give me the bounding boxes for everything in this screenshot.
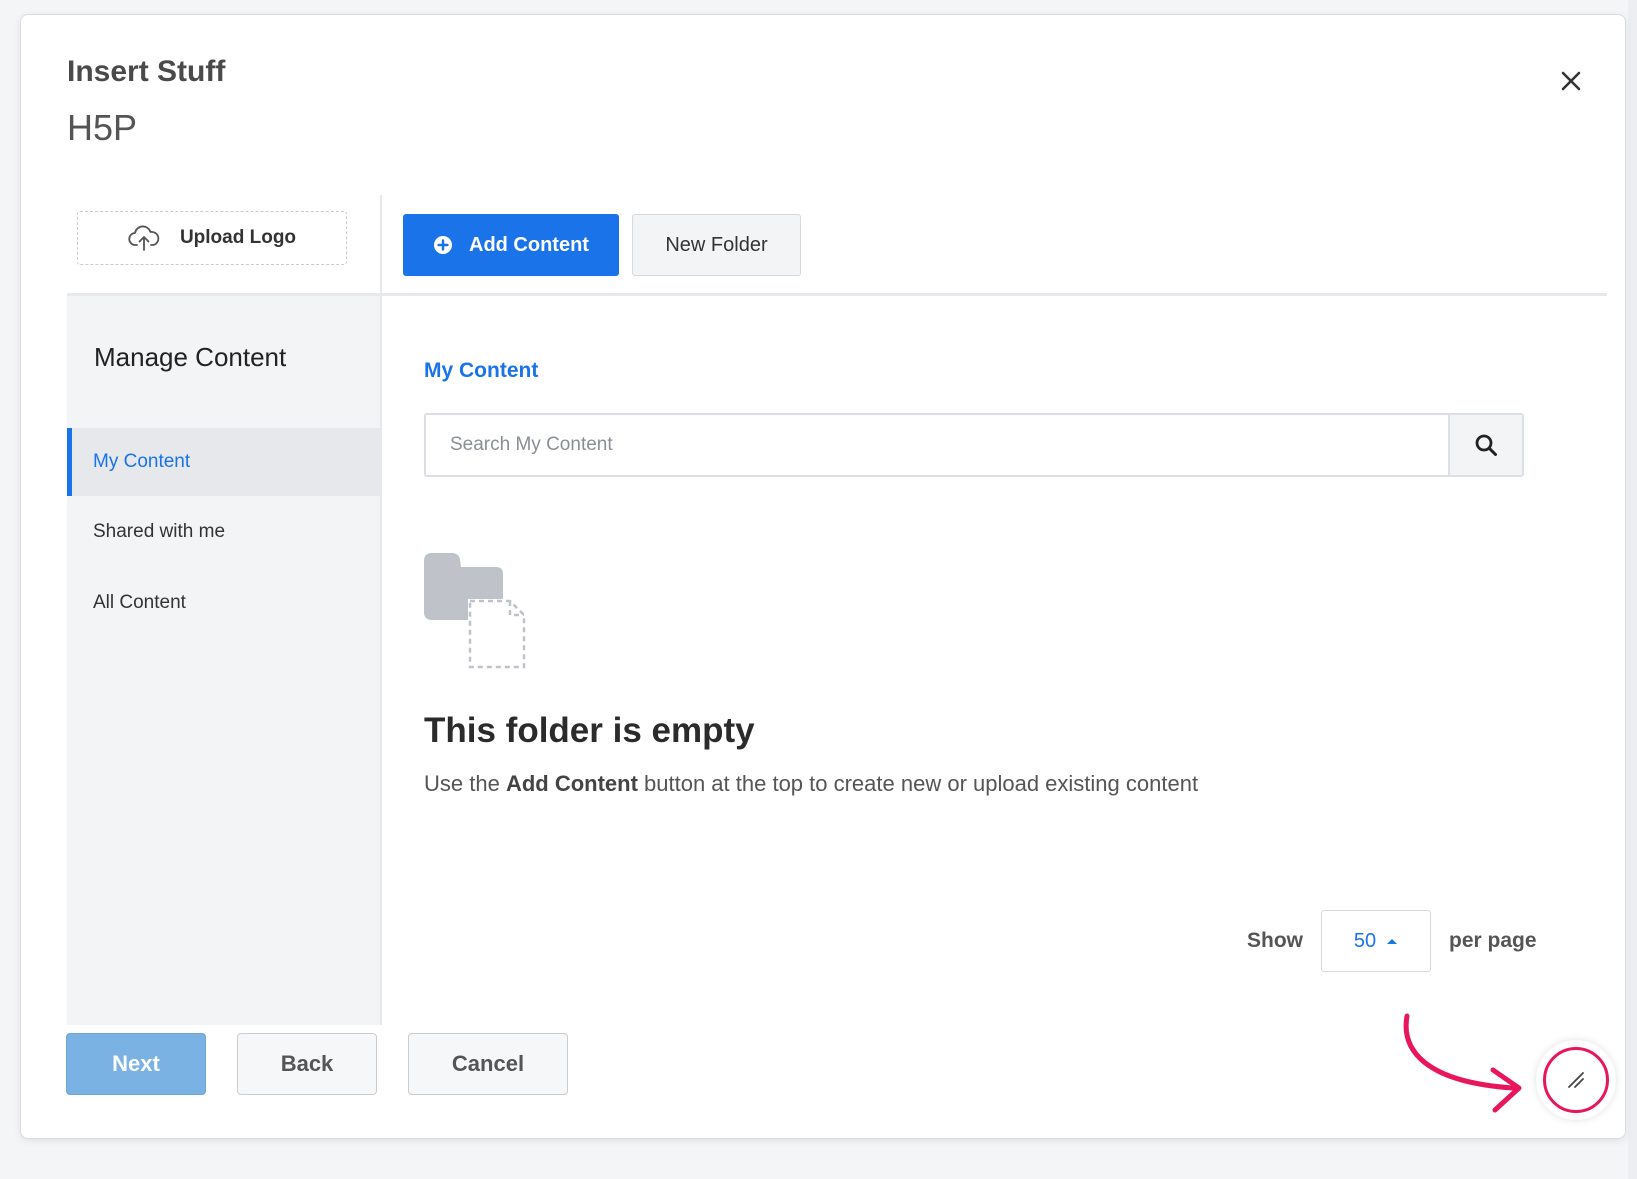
sidebar-item-label: My Content: [93, 451, 191, 472]
pager-per-page-label: per page: [1449, 929, 1537, 952]
annotation-arrow-icon: [1400, 1010, 1525, 1116]
vertical-divider: [380, 195, 382, 1025]
search-button[interactable]: [1448, 415, 1522, 475]
per-page-value: 50: [1353, 929, 1377, 952]
close-button[interactable]: [1551, 61, 1591, 101]
dialog-title: Insert Stuff: [67, 55, 226, 88]
caret-up-icon: [1387, 939, 1398, 944]
resize-handle[interactable]: [1536, 1040, 1616, 1120]
back-button[interactable]: Back: [237, 1033, 377, 1095]
insert-stuff-dialog: Insert Stuff H5P Upload Logo Add Content…: [20, 14, 1626, 1139]
upload-logo-button[interactable]: Upload Logo: [77, 211, 347, 265]
sidebar-item-label: Shared with me: [93, 521, 226, 542]
h5p-content-frame: Upload Logo Add Content New Folder Manag…: [67, 183, 1607, 1025]
next-button[interactable]: Next: [66, 1033, 206, 1095]
search-icon: [1475, 434, 1497, 456]
sidebar: Manage Content My Content Shared with me…: [67, 296, 380, 1025]
add-content-button[interactable]: Add Content: [403, 214, 619, 276]
plus-circle-icon: [434, 236, 452, 254]
empty-folder-icon: [424, 553, 530, 669]
new-folder-button[interactable]: New Folder: [632, 214, 801, 276]
add-content-label: Add Content: [469, 233, 589, 256]
main-heading: My Content: [424, 359, 539, 382]
pagination-control: Show 50 per page: [1247, 909, 1537, 973]
dialog-subtitle: H5P: [67, 107, 138, 148]
resize-handle-ring: [1543, 1047, 1609, 1113]
upload-logo-label: Upload Logo: [179, 227, 297, 248]
sidebar-item-all-content[interactable]: All Content: [67, 569, 380, 637]
cancel-button[interactable]: Cancel: [408, 1033, 568, 1095]
empty-desc-prefix: Use the: [424, 771, 506, 796]
empty-desc-bold: Add Content: [505, 771, 638, 796]
sidebar-heading: Manage Content: [94, 342, 287, 372]
sidebar-item-my-content[interactable]: My Content: [67, 428, 380, 496]
search-bar: [424, 413, 1524, 477]
close-icon: [1561, 71, 1581, 91]
pager-show-label: Show: [1247, 929, 1303, 952]
empty-description: Use the Add Content button at the top to…: [424, 771, 1198, 797]
search-input[interactable]: [426, 415, 1448, 475]
sidebar-item-label: All Content: [93, 592, 186, 613]
empty-desc-suffix: button at the top to create new or uploa…: [637, 771, 1199, 796]
empty-title: This folder is empty: [424, 711, 755, 750]
background-strip: [1628, 0, 1637, 1179]
cloud-upload-icon: [128, 225, 160, 251]
resize-grip-icon: [1568, 1072, 1584, 1088]
per-page-select[interactable]: 50: [1321, 910, 1431, 972]
sidebar-item-shared-with-me[interactable]: Shared with me: [67, 498, 380, 566]
